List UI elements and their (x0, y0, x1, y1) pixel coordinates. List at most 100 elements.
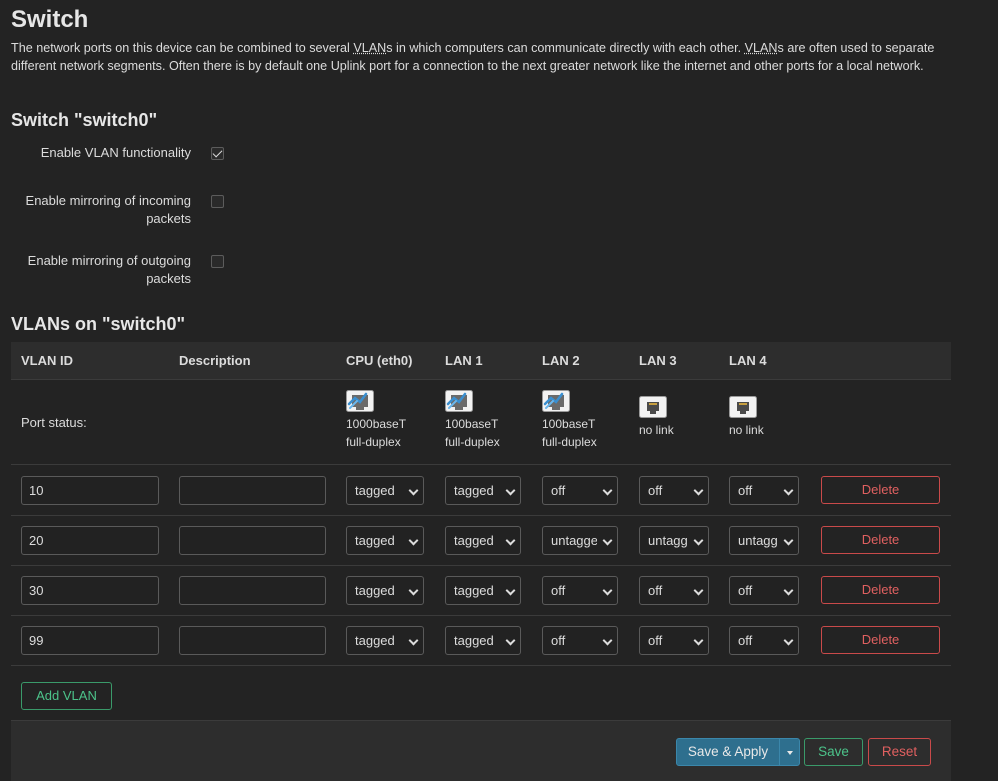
port-speed: no link (729, 423, 764, 437)
chevron-down-icon (408, 635, 419, 646)
select-value: tagged (355, 533, 395, 548)
select-value: tagged (454, 583, 494, 598)
vlans-section-title: VLANs on "switch0" (11, 314, 186, 334)
port-membership-select[interactable]: off (729, 476, 799, 505)
select-value: off (648, 483, 663, 498)
port-duplex: full-duplex (445, 435, 500, 449)
caret-down-icon (787, 751, 793, 755)
add-vlan-button[interactable]: Add VLAN (21, 682, 112, 710)
ethernet-port-connected-icon (542, 390, 570, 412)
port-membership-select[interactable]: off (542, 626, 618, 655)
column-header-lan3: LAN 3 (639, 353, 677, 368)
mirror-incoming-checkbox[interactable] (211, 195, 224, 208)
delete-vlan-button[interactable]: Delete (821, 476, 940, 504)
select-value: tagged (355, 583, 395, 598)
vlan-id-input[interactable]: 10 (21, 476, 159, 505)
select-value: untagged (551, 533, 597, 548)
select-value: tagged (355, 633, 395, 648)
select-value: off (551, 583, 566, 598)
port-membership-select[interactable]: untagged (729, 526, 799, 555)
delete-vlan-button[interactable]: Delete (821, 576, 940, 604)
chevron-down-icon (602, 635, 613, 646)
enable-vlan-label: Enable VLAN functionality (40, 145, 191, 160)
port-duplex: full-duplex (346, 435, 401, 449)
port-membership-select[interactable]: off (639, 476, 709, 505)
ethernet-port-connected-icon (346, 390, 374, 412)
port-status-cell: no link (729, 390, 764, 439)
port-membership-select[interactable]: tagged (346, 576, 424, 605)
chevron-down-icon (505, 635, 516, 646)
page-description: The network ports on this device can be … (11, 39, 941, 75)
port-membership-select[interactable]: off (729, 576, 799, 605)
ethernet-port-disconnected-icon (639, 396, 667, 418)
column-header-lan2: LAN 2 (542, 353, 580, 368)
vlan-description-input[interactable] (179, 576, 326, 605)
port-membership-select[interactable]: tagged (445, 626, 521, 655)
port-speed: 100baseT (542, 417, 596, 431)
chevron-down-icon (693, 535, 704, 546)
select-value: off (738, 583, 753, 598)
column-header-cpu: CPU (eth0) (346, 353, 413, 368)
save-button[interactable]: Save (804, 738, 863, 766)
select-value: tagged (454, 633, 494, 648)
port-status-cell: 100baseT full-duplex (445, 390, 500, 451)
port-speed: 1000baseT (346, 417, 407, 431)
column-header-description: Description (179, 353, 251, 368)
form-actions-footer: Save & Apply Save Reset (11, 720, 951, 781)
port-speed: 100baseT (445, 417, 499, 431)
vlan-id-input[interactable]: 99 (21, 626, 159, 655)
description-part-2: s in which computers can communicate dir… (386, 41, 745, 55)
port-membership-select[interactable]: tagged (445, 526, 521, 555)
port-status-row: Port status: 1000baseT full-duplex 100base… (11, 380, 951, 465)
port-membership-select[interactable]: off (639, 576, 709, 605)
vlan-row: 10 tagged tagged off off off Delete (11, 465, 951, 516)
ethernet-port-disconnected-icon (729, 396, 757, 418)
port-membership-select[interactable]: untagged (542, 526, 618, 555)
port-status-label: Port status: (21, 415, 87, 430)
vlan-description-input[interactable] (179, 526, 326, 555)
vlan-row: 30 tagged tagged off off off Delete (11, 565, 951, 616)
port-membership-select[interactable]: tagged (445, 576, 521, 605)
select-value: off (551, 483, 566, 498)
port-membership-select[interactable]: tagged (445, 476, 521, 505)
chevron-down-icon (602, 485, 613, 496)
port-membership-select[interactable]: off (542, 476, 618, 505)
chevron-down-icon (693, 635, 704, 646)
chevron-down-icon (602, 535, 613, 546)
vlan-description-input[interactable] (179, 626, 326, 655)
port-membership-select[interactable]: off (729, 626, 799, 655)
reset-button[interactable]: Reset (868, 738, 931, 766)
port-membership-select[interactable]: tagged (346, 526, 424, 555)
vlan-abbreviation: VLAN (744, 41, 778, 55)
save-apply-button[interactable]: Save & Apply (676, 738, 780, 766)
switch-section-title: Switch "switch0" (11, 110, 158, 130)
chevron-down-icon (408, 535, 419, 546)
mirror-outgoing-checkbox[interactable] (211, 255, 224, 268)
port-membership-select[interactable]: untagged (639, 526, 709, 555)
select-value: tagged (454, 483, 494, 498)
select-value: untagged (738, 533, 778, 548)
select-value: off (648, 633, 663, 648)
vlan-id-input[interactable]: 30 (21, 576, 159, 605)
page-title: Switch (11, 6, 89, 33)
vlan-row: 20 tagged tagged untagged untagged untagged De… (11, 515, 951, 566)
mirror-incoming-label: Enable mirroring of incoming packets (25, 193, 191, 226)
port-membership-select[interactable]: off (639, 626, 709, 655)
enable-vlan-checkbox[interactable] (211, 147, 224, 160)
column-header-vlan-id: VLAN ID (21, 353, 73, 368)
select-value: off (738, 633, 753, 648)
port-speed: no link (639, 423, 674, 437)
delete-vlan-button[interactable]: Delete (821, 526, 940, 554)
save-apply-dropdown-button[interactable] (779, 738, 800, 766)
delete-vlan-button[interactable]: Delete (821, 626, 940, 654)
chevron-down-icon (408, 585, 419, 596)
chevron-down-icon (505, 485, 516, 496)
vlan-description-input[interactable] (179, 476, 326, 505)
port-membership-select[interactable]: off (542, 576, 618, 605)
chevron-down-icon (602, 585, 613, 596)
chevron-down-icon (693, 585, 704, 596)
table-header-row: VLAN ID Description CPU (eth0) LAN 1 LAN… (11, 342, 951, 380)
port-membership-select[interactable]: tagged (346, 476, 424, 505)
vlan-id-input[interactable]: 20 (21, 526, 159, 555)
port-membership-select[interactable]: tagged (346, 626, 424, 655)
